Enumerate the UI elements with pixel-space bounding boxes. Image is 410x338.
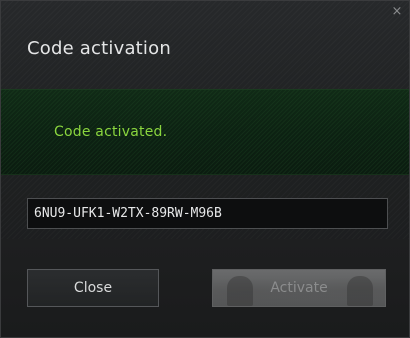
success-banner: Code activated. xyxy=(1,89,409,175)
code-activation-dialog: × Code activation Code activated. Close … xyxy=(0,0,410,338)
character-silhouette-left xyxy=(227,276,253,306)
character-silhouette-right xyxy=(347,276,373,306)
activation-code-input[interactable] xyxy=(27,198,388,229)
close-button[interactable]: Close xyxy=(27,269,159,307)
activate-button: Activate xyxy=(212,269,386,307)
activate-button-label: Activate xyxy=(270,280,328,296)
status-message: Code activated. xyxy=(54,124,168,140)
dialog-title: Code activation xyxy=(27,38,171,59)
close-icon[interactable]: × xyxy=(390,5,404,19)
